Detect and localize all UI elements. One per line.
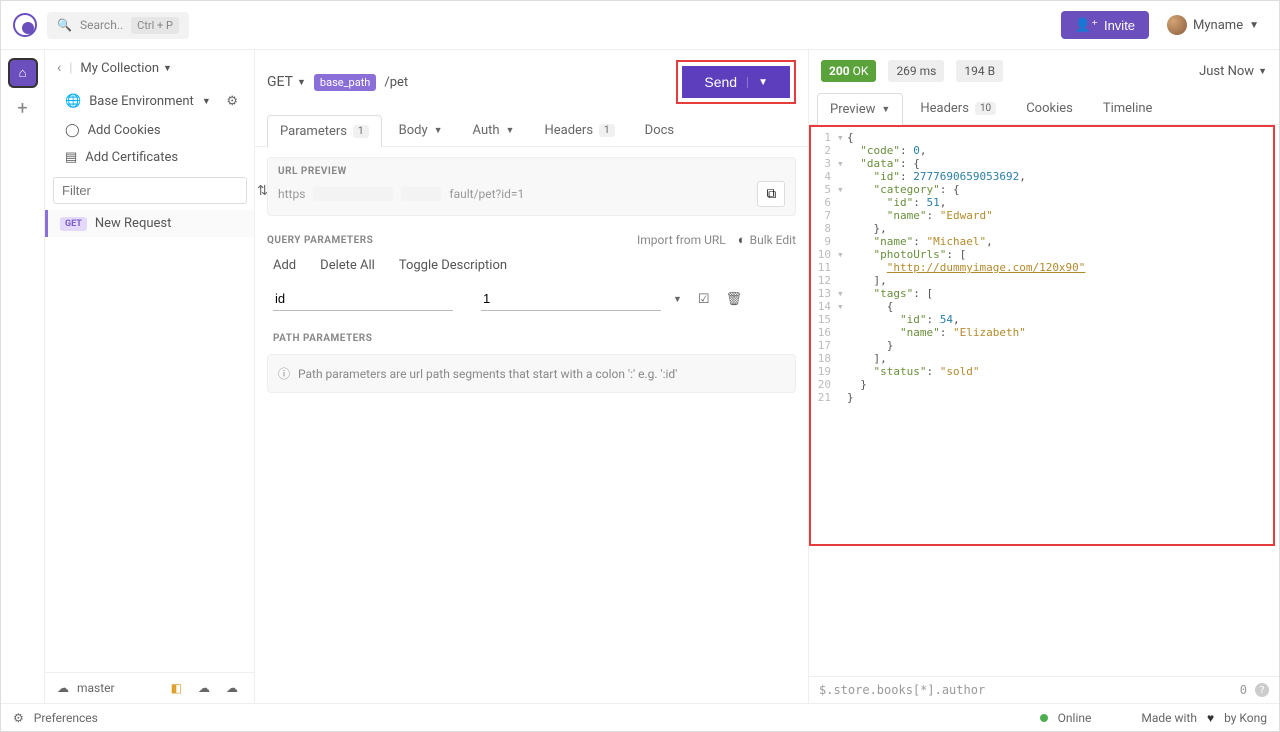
- chevron-down-icon: ▼: [1249, 20, 1259, 31]
- response-tabs: Preview ▼ Headers 10 Cookies Timeline: [809, 92, 1279, 125]
- sync-cube-icon[interactable]: ◧: [167, 679, 186, 697]
- preferences-link[interactable]: Preferences: [34, 711, 98, 725]
- username: Myname: [1193, 18, 1243, 33]
- send-highlight: Send ▼: [676, 60, 796, 104]
- tab-resp-headers[interactable]: Headers 10: [907, 92, 1009, 124]
- info-icon: ⓘ: [278, 365, 290, 382]
- qp-toggle-desc[interactable]: Toggle Description: [399, 258, 507, 273]
- sidebar: ‹ | My Collection ▼ 🌐 Base Environment ▼…: [45, 50, 255, 703]
- add-cookies-button[interactable]: ◯ Add Cookies: [45, 117, 254, 144]
- tab-docs[interactable]: Docs: [632, 114, 687, 146]
- url-preview: URL PREVIEW https fault/pet?id=1 ⧉: [267, 157, 796, 216]
- branch-name[interactable]: master: [77, 681, 115, 695]
- chevron-down-icon: ▼: [434, 125, 443, 136]
- time-badge: 269 ms: [888, 60, 944, 82]
- jsonpath-bar[interactable]: $.store.books[*].author 0 ?: [809, 676, 1279, 703]
- topbar: 🔍 Search.. Ctrl + P 👤⁺ Invite Myname ▼: [1, 1, 1279, 50]
- chevron-down-icon: ▼: [163, 63, 172, 74]
- gear-icon[interactable]: ⚙: [222, 92, 242, 111]
- online-dot-icon: [1040, 714, 1048, 722]
- copy-icon: ⧉: [766, 186, 776, 201]
- history-dropdown[interactable]: Just Now ▼: [1199, 64, 1267, 79]
- chevron-down-icon: ▼: [506, 125, 515, 136]
- redacted-host: [313, 187, 393, 201]
- activity-bar: ⌂ +: [1, 50, 45, 703]
- add-certificates-button[interactable]: ▤ Add Certificates: [45, 144, 254, 171]
- response-body[interactable]: 1▾{2 "code": 0,3▾ "data": {4 "id": 27776…: [811, 127, 1273, 544]
- cookie-icon: ◯: [65, 123, 80, 138]
- back-button[interactable]: ‹: [57, 60, 61, 76]
- chevron-down-icon: ▼: [202, 96, 211, 107]
- collection-dropdown[interactable]: My Collection ▼: [80, 61, 172, 76]
- size-badge: 194 B: [956, 60, 1003, 82]
- url-preview-label: URL PREVIEW: [278, 166, 785, 177]
- cloud-icon: ☁: [57, 681, 69, 695]
- copy-url-button[interactable]: ⧉: [757, 181, 785, 207]
- request-tabs: Parameters 1 Body ▼ Auth ▼ Headers 1 Doc…: [255, 114, 808, 147]
- cloud-up-icon[interactable]: ☁: [222, 679, 242, 697]
- chevron-down-icon: ▼: [1258, 66, 1267, 77]
- request-name: New Request: [95, 216, 171, 231]
- method-badge: GET: [60, 217, 87, 231]
- add-workspace-button[interactable]: +: [1, 98, 44, 119]
- base-path-tag[interactable]: base_path: [314, 74, 376, 91]
- qp-label: QUERY PARAMETERS: [267, 235, 373, 246]
- status-badge: 200 OK: [821, 60, 876, 82]
- invite-button[interactable]: 👤⁺ Invite: [1061, 11, 1149, 39]
- response-highlight: 1▾{2 "code": 0,3▾ "data": {4 "id": 27776…: [809, 125, 1275, 546]
- pp-label: PATH PARAMETERS: [255, 323, 808, 348]
- checkbox-checked-icon[interactable]: ☑: [694, 290, 714, 309]
- chevron-down-icon: ▼: [881, 104, 890, 115]
- certificate-icon: ▤: [65, 150, 77, 165]
- search-icon: 🔍: [57, 18, 72, 32]
- send-button[interactable]: Send ▼: [682, 66, 790, 98]
- param-key-input[interactable]: [273, 287, 453, 311]
- app-logo: [13, 13, 37, 37]
- help-icon[interactable]: ?: [1255, 683, 1269, 697]
- heart-icon: ♥: [1207, 711, 1214, 725]
- url-path[interactable]: /pet: [384, 75, 408, 90]
- search-placeholder: Search..: [80, 18, 123, 32]
- footer: ⚙ Preferences Online Made with ♥ by Kong: [1, 703, 1279, 731]
- request-panel: GET ▼ base_path /pet Send ▼ Parameters 1…: [255, 50, 809, 703]
- environment-dropdown[interactable]: 🌐 Base Environment ▼: [65, 94, 211, 109]
- toggle-icon: ◐: [738, 232, 746, 248]
- online-label: Online: [1058, 711, 1092, 725]
- home-icon: ⌂: [19, 65, 27, 81]
- tab-body[interactable]: Body ▼: [386, 114, 456, 146]
- avatar: [1167, 15, 1187, 35]
- filter-input[interactable]: [53, 177, 247, 204]
- param-row: ▼ ☑ 🗑: [255, 283, 808, 323]
- home-button[interactable]: ⌂: [8, 58, 38, 88]
- param-value-input[interactable]: [481, 287, 661, 311]
- redacted-path: [401, 187, 441, 201]
- tab-headers[interactable]: Headers 1: [531, 114, 627, 146]
- tab-cookies[interactable]: Cookies: [1013, 92, 1086, 124]
- user-menu[interactable]: Myname ▼: [1159, 11, 1267, 39]
- trash-icon[interactable]: 🗑: [722, 290, 747, 309]
- tab-auth[interactable]: Auth ▼: [460, 114, 528, 146]
- pp-hint: ⓘ Path parameters are url path segments …: [267, 354, 796, 393]
- jsonpath-count: 0: [1240, 683, 1247, 697]
- qp-delete-all[interactable]: Delete All: [320, 258, 375, 273]
- tab-preview[interactable]: Preview ▼: [817, 93, 903, 125]
- chevron-down-icon: ▼: [297, 77, 306, 88]
- search-box[interactable]: 🔍 Search.. Ctrl + P: [47, 12, 189, 39]
- search-shortcut: Ctrl + P: [131, 17, 179, 34]
- chevron-down-icon[interactable]: ▼: [669, 292, 686, 307]
- qp-add[interactable]: Add: [273, 258, 296, 273]
- request-item[interactable]: GET New Request: [45, 210, 254, 237]
- import-from-url[interactable]: Import from URL: [637, 233, 726, 247]
- response-panel: 200 OK 269 ms 194 B Just Now ▼ Preview ▼…: [809, 50, 1279, 703]
- cloud-down-icon[interactable]: ☁: [194, 679, 214, 697]
- gear-icon[interactable]: ⚙: [13, 711, 24, 725]
- tab-timeline[interactable]: Timeline: [1090, 92, 1166, 124]
- person-plus-icon: 👤⁺: [1075, 17, 1098, 33]
- chevron-down-icon[interactable]: ▼: [747, 77, 768, 88]
- method-dropdown[interactable]: GET ▼: [267, 74, 306, 90]
- tab-parameters[interactable]: Parameters 1: [267, 115, 382, 147]
- git-footer: ☁ master ◧ ☁ ☁: [45, 672, 254, 703]
- globe-icon: 🌐: [65, 94, 81, 109]
- bulk-edit[interactable]: Bulk Edit: [750, 233, 796, 247]
